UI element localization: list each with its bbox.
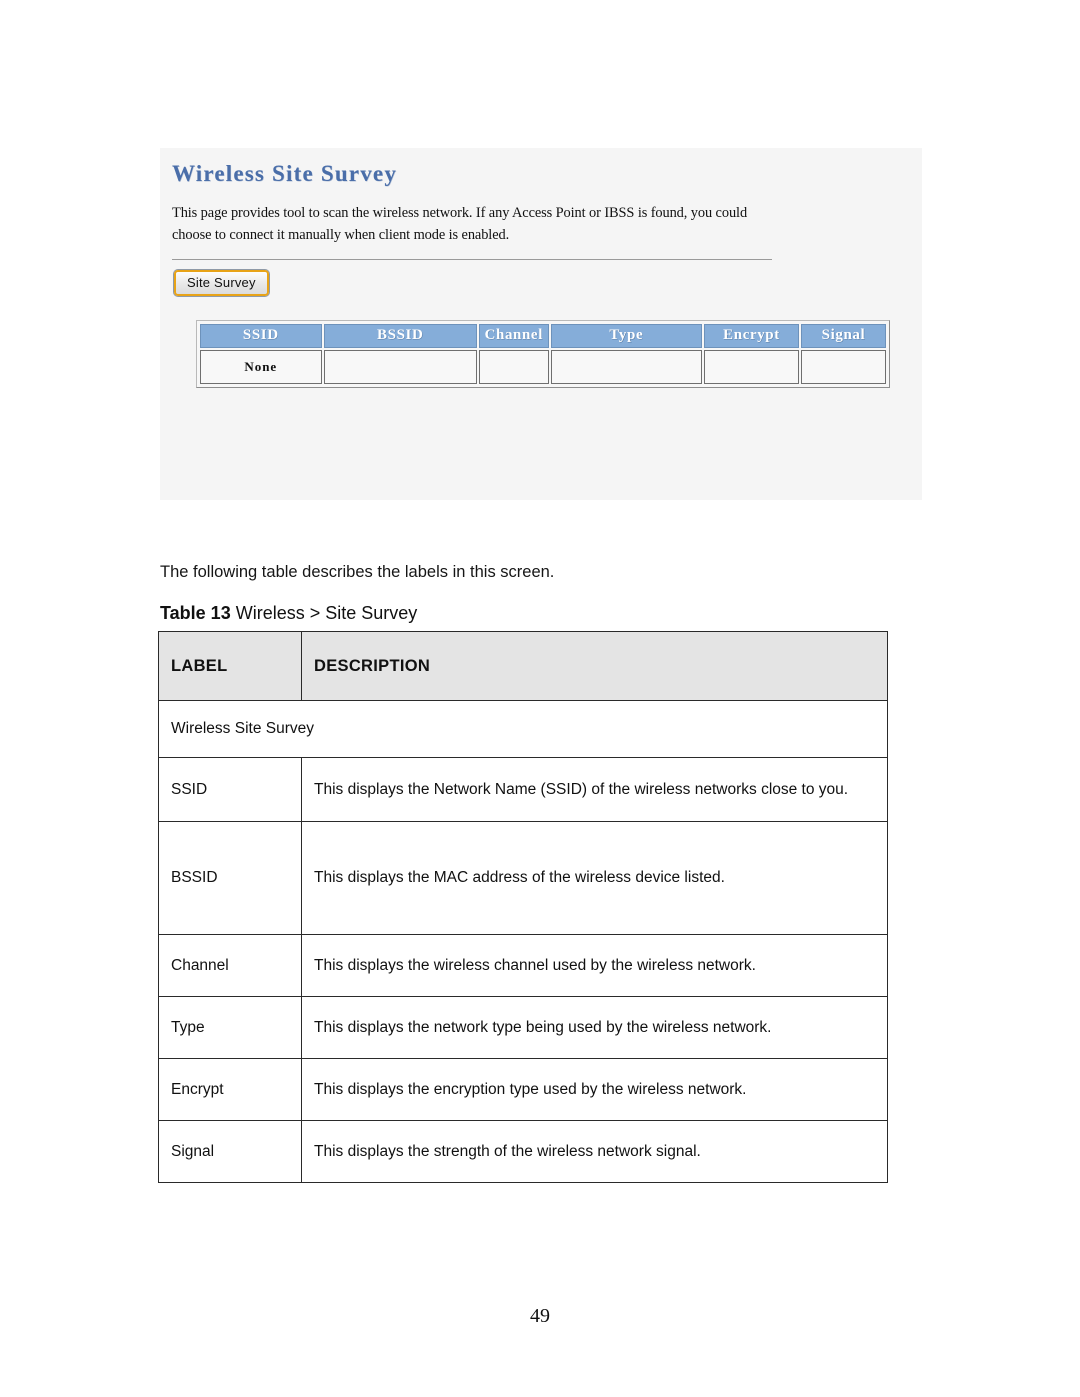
- row-description-channel: This displays the wireless channel used …: [301, 934, 888, 997]
- webui-page-description: This page provides tool to scan the wire…: [172, 205, 748, 243]
- row-description-encrypt: This displays the encryption type used b…: [301, 1058, 888, 1121]
- table-row: BSSID This displays the MAC address of t…: [158, 821, 888, 935]
- row-description-type: This displays the network type being use…: [301, 996, 888, 1059]
- column-header-bssid[interactable]: BSSID: [323, 324, 477, 348]
- column-header-encrypt[interactable]: Encrypt: [704, 324, 799, 348]
- table-row: Channel This displays the wireless chann…: [158, 934, 888, 997]
- doc-column-header-label: LABEL: [158, 631, 302, 701]
- table-row: Encrypt This displays the encryption typ…: [158, 1058, 888, 1121]
- horizontal-divider: [172, 259, 772, 260]
- intro-paragraph: The following table describes the labels…: [160, 563, 555, 581]
- row-label-signal: Signal: [158, 1120, 302, 1183]
- row-label-type: Type: [158, 996, 302, 1059]
- table-caption-number: Table 13: [160, 603, 231, 623]
- row-description-signal: This displays the strength of the wirele…: [301, 1120, 888, 1183]
- doc-table-header-row: LABEL DESCRIPTION: [158, 631, 888, 701]
- cell-bssid: [323, 350, 477, 384]
- router-webui-screenshot: Wireless Site Survey This page provides …: [160, 148, 922, 500]
- label-description-table: LABEL DESCRIPTION Wireless Site Survey S…: [158, 631, 888, 1183]
- cell-type: [550, 350, 703, 384]
- table-row: Type This displays the network type bein…: [158, 996, 888, 1059]
- column-header-channel[interactable]: Channel: [478, 324, 549, 348]
- table-row: SSID This displays the Network Name (SSI…: [158, 757, 888, 822]
- table-caption: Table 13 Wireless > Site Survey: [160, 603, 417, 624]
- row-label-encrypt: Encrypt: [158, 1058, 302, 1121]
- column-header-signal[interactable]: Signal: [800, 324, 886, 348]
- column-header-type[interactable]: Type: [550, 324, 703, 348]
- site-survey-results-table: SSID BSSID Channel Type Encrypt Signal N…: [198, 322, 888, 386]
- doc-column-header-description: DESCRIPTION: [301, 631, 888, 701]
- cell-ssid: None: [200, 350, 322, 384]
- table-caption-label: Wireless > Site Survey: [235, 603, 418, 623]
- table-row: Signal This displays the strength of the…: [158, 1120, 888, 1183]
- site-survey-button[interactable]: Site Survey: [174, 270, 269, 296]
- cell-encrypt: [704, 350, 799, 384]
- row-label-ssid: SSID: [158, 757, 302, 822]
- row-label-wireless-site-survey: Wireless Site Survey: [158, 700, 888, 758]
- cell-signal: [800, 350, 886, 384]
- site-survey-results-panel: SSID BSSID Channel Type Encrypt Signal N…: [196, 320, 890, 388]
- row-description-bssid: This displays the MAC address of the wir…: [301, 821, 888, 935]
- results-header-row: SSID BSSID Channel Type Encrypt Signal: [200, 324, 886, 348]
- webui-page-title: Wireless Site Survey: [172, 161, 398, 186]
- row-description-ssid: This displays the Network Name (SSID) of…: [301, 757, 888, 822]
- table-row: Wireless Site Survey: [158, 700, 888, 758]
- row-label-channel: Channel: [158, 934, 302, 997]
- results-table-row: None: [200, 350, 886, 384]
- row-label-bssid: BSSID: [158, 821, 302, 935]
- cell-channel: [478, 350, 549, 384]
- column-header-ssid[interactable]: SSID: [200, 324, 322, 348]
- page-number: 49: [530, 1305, 550, 1327]
